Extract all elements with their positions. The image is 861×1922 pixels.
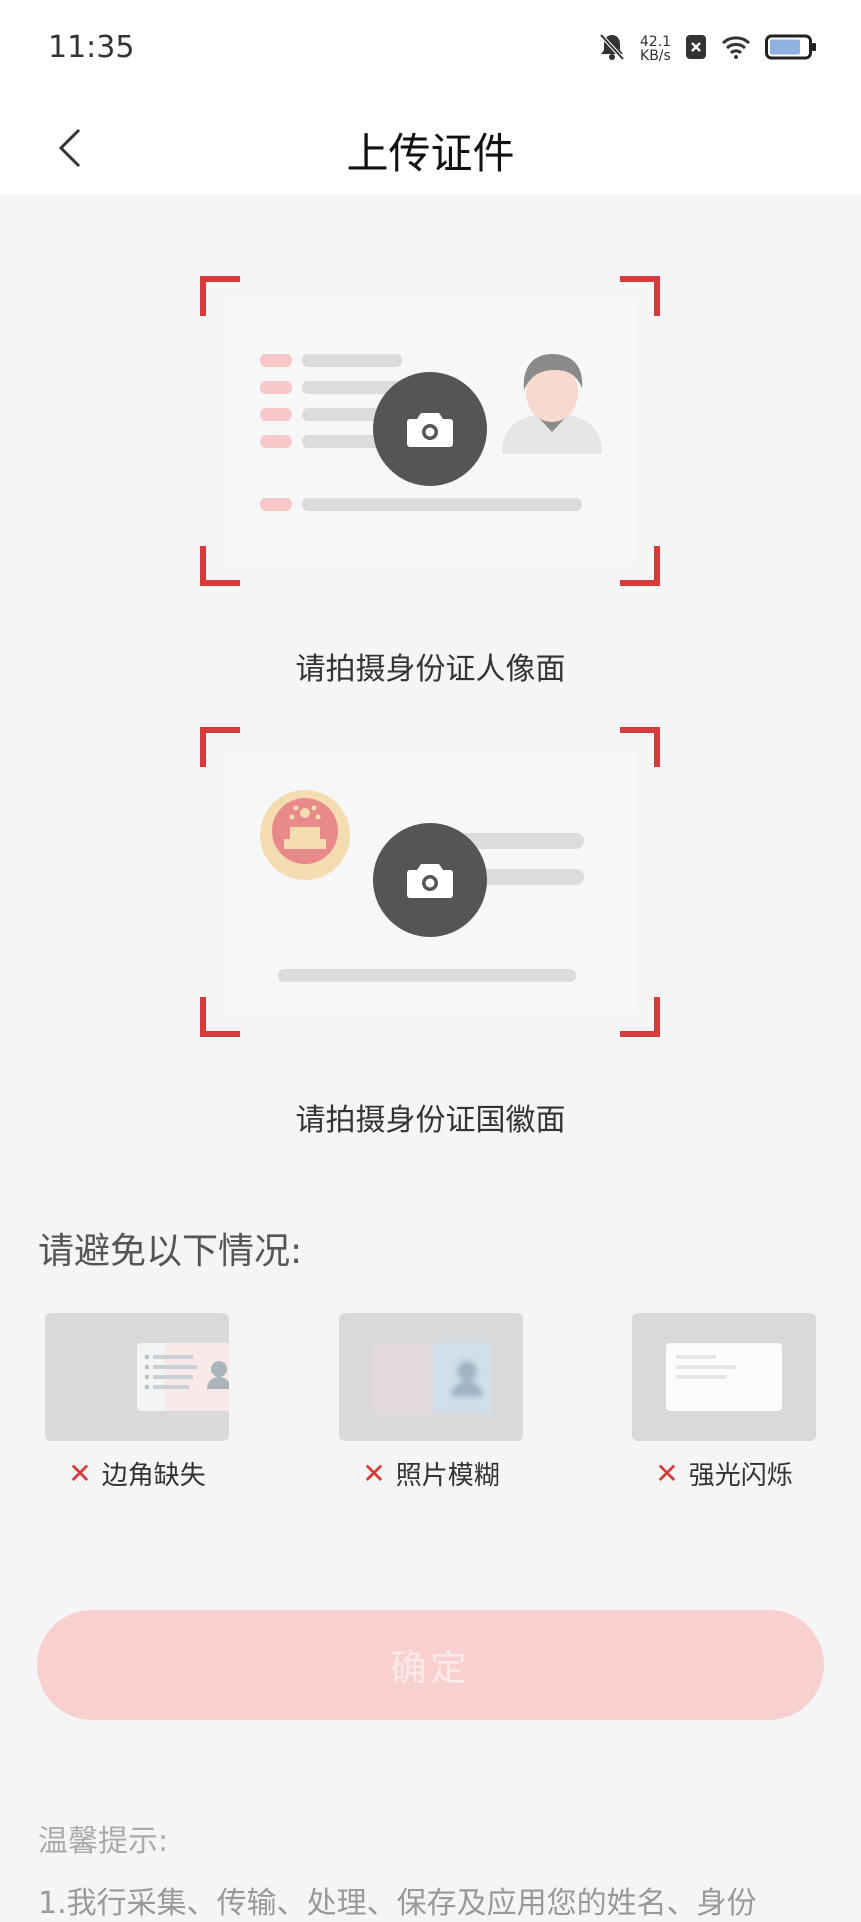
avoid-item-corner-missing: ✕ 边角缺失 bbox=[45, 1313, 229, 1492]
nav-bar: 上传证件 bbox=[0, 100, 861, 194]
net-speed: 42.1 KB/s bbox=[640, 35, 671, 63]
wifi-icon bbox=[721, 35, 751, 63]
avoid-title: 请避免以下情况: bbox=[38, 1231, 303, 1272]
page-title: 上传证件 bbox=[346, 129, 515, 178]
id-back-upload-card[interactable] bbox=[200, 727, 660, 1037]
avoid-label: 边角缺失 bbox=[101, 1461, 206, 1491]
camera-button[interactable] bbox=[373, 372, 487, 486]
battery-icon bbox=[765, 34, 817, 64]
camera-icon bbox=[407, 864, 453, 898]
x-icon: ✕ bbox=[362, 1457, 386, 1490]
avoid-caption: ✕ 照片模糊 bbox=[339, 1455, 523, 1492]
status-icons: 42.1 KB/s bbox=[598, 32, 817, 66]
net-speed-unit: KB/s bbox=[640, 48, 671, 64]
glare-thumbnail bbox=[632, 1313, 816, 1441]
avoid-label: 照片模糊 bbox=[395, 1461, 500, 1491]
x-icon: ✕ bbox=[68, 1457, 92, 1490]
avoid-item-blurry: ✕ 照片模糊 bbox=[339, 1313, 523, 1492]
x-icon: ✕ bbox=[655, 1457, 679, 1490]
camera-icon bbox=[407, 413, 453, 447]
status-time: 11:35 bbox=[48, 30, 135, 65]
avoid-caption: ✕ 边角缺失 bbox=[45, 1455, 229, 1492]
id-front-upload-card[interactable] bbox=[200, 276, 660, 586]
avoid-caption: ✕ 强光闪烁 bbox=[632, 1455, 816, 1492]
camera-button[interactable] bbox=[373, 823, 487, 937]
corner-missing-thumbnail bbox=[45, 1313, 229, 1441]
mute-bell-icon bbox=[598, 32, 626, 66]
avoid-item-glare: ✕ 强光闪烁 bbox=[632, 1313, 816, 1492]
sim-blocked-icon bbox=[685, 34, 707, 64]
blurry-photo-thumbnail bbox=[339, 1313, 523, 1441]
id-back-label: 请拍摄身份证国徽面 bbox=[295, 1103, 566, 1138]
tips-line: 1.我行采集、传输、处理、保存及应用您的姓名、身份 bbox=[38, 1886, 757, 1921]
id-front-label: 请拍摄身份证人像面 bbox=[295, 652, 566, 687]
tips-title: 温馨提示: bbox=[38, 1824, 169, 1859]
avoid-label: 强光闪烁 bbox=[688, 1461, 793, 1491]
status-bar: 11:35 42.1 KB/s bbox=[0, 0, 861, 100]
confirm-button[interactable]: 确定 bbox=[37, 1610, 824, 1720]
net-speed-value: 42.1 bbox=[639, 34, 671, 50]
